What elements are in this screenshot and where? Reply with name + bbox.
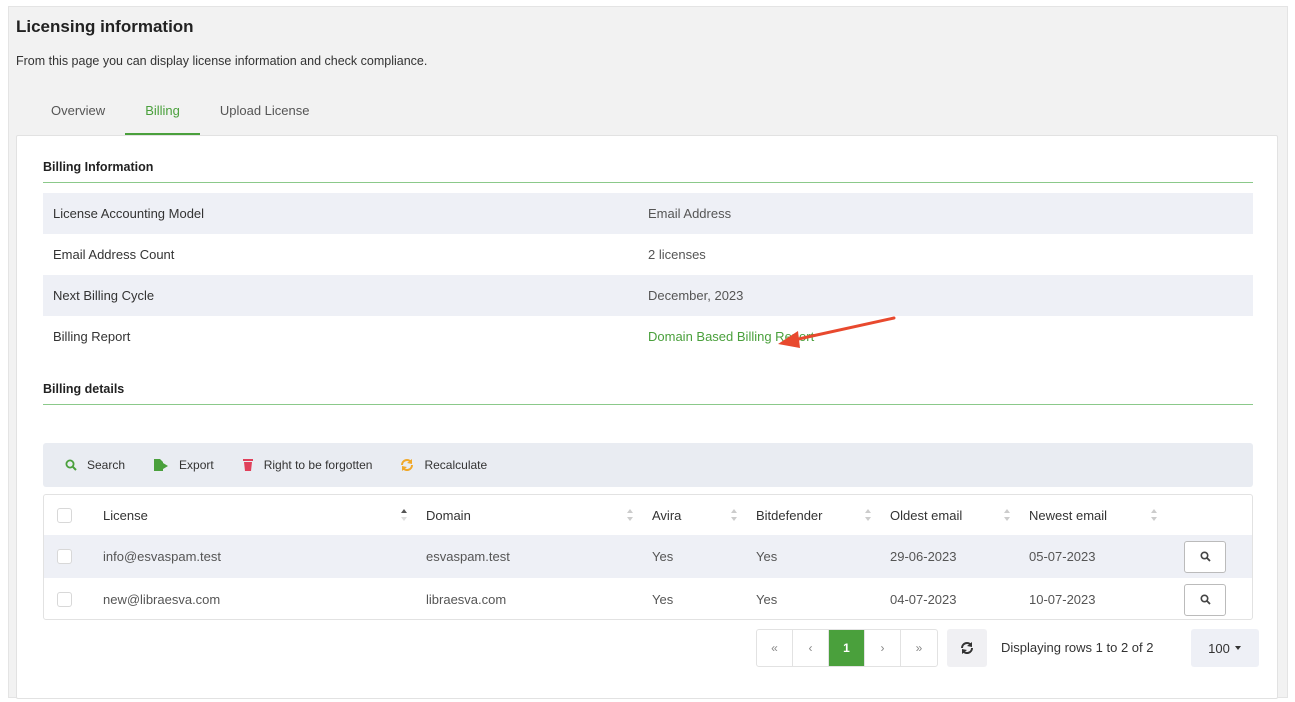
search-label: Search — [87, 458, 126, 472]
search-icon — [65, 459, 77, 471]
magnifier-icon — [1199, 594, 1211, 605]
tab-overview[interactable]: Overview — [31, 95, 125, 135]
grid-toolbar: Search Export Right to be forgotten Reca… — [43, 443, 1253, 487]
sort-icon[interactable] — [400, 508, 408, 522]
column-header-bitdefender[interactable]: Bitdefender — [756, 495, 823, 535]
info-row-accounting-model: License Accounting Model Email Address — [43, 193, 1253, 234]
license-cell: new@libraesva.com — [103, 592, 221, 607]
row-select-cell — [57, 578, 72, 619]
page-description: From this page you can display license i… — [16, 54, 428, 68]
row-checkbox[interactable] — [57, 592, 72, 607]
oldest-email-cell: 29-06-2023 — [890, 549, 957, 564]
trash-icon — [242, 459, 253, 471]
view-details-button[interactable] — [1184, 583, 1226, 616]
billing-details-table: License Domain Avira Bitdefender Oldest … — [43, 494, 1253, 620]
view-cell — [1184, 535, 1226, 578]
refresh-icon — [401, 459, 414, 471]
info-label: Email Address Count — [53, 247, 175, 262]
newest-email-cell: 05-07-2023 — [1029, 549, 1096, 564]
bitdefender-cell: Yes — [756, 549, 778, 564]
right-to-be-forgotten-button[interactable]: Right to be forgotten — [242, 458, 373, 472]
page-size-value: 100 — [1208, 640, 1230, 656]
info-row-next-billing-cycle: Next Billing Cycle December, 2023 — [43, 275, 1253, 316]
bitdefender-cell: Yes — [756, 592, 778, 607]
info-value: 2 licenses — [648, 247, 706, 262]
prev-page-button[interactable]: ‹ — [793, 630, 829, 666]
sort-icon[interactable] — [1150, 508, 1158, 522]
last-page-button[interactable]: » — [901, 630, 937, 666]
avira-cell: Yes — [652, 549, 674, 564]
select-all-checkbox[interactable] — [57, 507, 72, 523]
recalculate-label: Recalculate — [424, 458, 488, 472]
row-checkbox[interactable] — [57, 549, 72, 564]
column-header-license[interactable]: License — [103, 495, 148, 535]
sort-icon[interactable] — [626, 508, 634, 522]
oldest-email-cell: 04-07-2023 — [890, 592, 957, 607]
refresh-button[interactable] — [947, 629, 987, 667]
recalculate-button[interactable]: Recalculate — [400, 458, 487, 472]
pagination: « ‹ 1 › » — [756, 629, 938, 667]
domain-cell: libraesva.com — [426, 592, 507, 607]
table-row[interactable]: info@esvaspam.test esvaspam.test Yes Yes… — [44, 535, 1252, 578]
refresh-icon — [961, 642, 973, 654]
export-label: Export — [179, 458, 214, 472]
view-details-button[interactable] — [1184, 540, 1226, 573]
rows-info: Displaying rows 1 to 2 of 2 — [1001, 640, 1154, 655]
newest-email-cell: 10-07-2023 — [1029, 592, 1096, 607]
magnifier-icon — [1199, 551, 1211, 562]
tab-bar: Overview Billing Upload License — [31, 95, 330, 135]
info-value: Email Address — [648, 206, 732, 221]
license-cell: info@esvaspam.test — [103, 549, 221, 564]
next-page-button[interactable]: › — [865, 630, 901, 666]
tab-upload-license[interactable]: Upload License — [200, 95, 330, 135]
info-row-email-count: Email Address Count 2 licenses — [43, 234, 1253, 275]
section-divider — [43, 182, 1253, 183]
forget-label: Right to be forgotten — [263, 458, 373, 472]
row-select-cell — [57, 535, 72, 578]
current-page-button[interactable]: 1 — [829, 630, 865, 666]
section-divider — [43, 404, 1253, 405]
licensing-page: Licensing information From this page you… — [8, 6, 1288, 699]
billing-panel: Billing Information License Accounting M… — [16, 135, 1278, 699]
sort-icon[interactable] — [730, 508, 738, 522]
export-icon — [154, 459, 169, 471]
sort-icon[interactable] — [864, 508, 872, 522]
page-size-select[interactable]: 100 — [1191, 629, 1259, 667]
search-button[interactable]: Search — [65, 458, 125, 472]
avira-cell: Yes — [652, 592, 674, 607]
export-button[interactable]: Export — [153, 458, 214, 472]
table-header: License Domain Avira Bitdefender Oldest … — [44, 495, 1252, 535]
caret-down-icon — [1234, 646, 1241, 650]
info-row-billing-report: Billing Report Domain Based Billing Repo… — [43, 316, 1253, 357]
billing-details-title: Billing details — [43, 382, 125, 396]
billing-information-title: Billing Information — [43, 160, 154, 174]
info-label: License Accounting Model — [53, 206, 205, 221]
page-title: Licensing information — [16, 17, 194, 36]
info-value: December, 2023 — [648, 288, 744, 303]
red-arrow-annotation — [778, 316, 896, 348]
table-row[interactable]: new@libraesva.com libraesva.com Yes Yes … — [44, 578, 1252, 619]
select-all-cell — [57, 495, 72, 535]
view-cell — [1184, 578, 1226, 619]
info-label: Billing Report — [53, 329, 131, 344]
first-page-button[interactable]: « — [757, 630, 793, 666]
column-header-newest-email[interactable]: Newest email — [1029, 495, 1107, 535]
info-label: Next Billing Cycle — [53, 288, 155, 303]
domain-cell: esvaspam.test — [426, 549, 510, 564]
tab-billing[interactable]: Billing — [125, 95, 200, 135]
column-header-oldest-email[interactable]: Oldest email — [890, 495, 962, 535]
column-header-avira[interactable]: Avira — [652, 495, 681, 535]
column-header-domain[interactable]: Domain — [426, 495, 471, 535]
sort-icon[interactable] — [1003, 508, 1011, 522]
